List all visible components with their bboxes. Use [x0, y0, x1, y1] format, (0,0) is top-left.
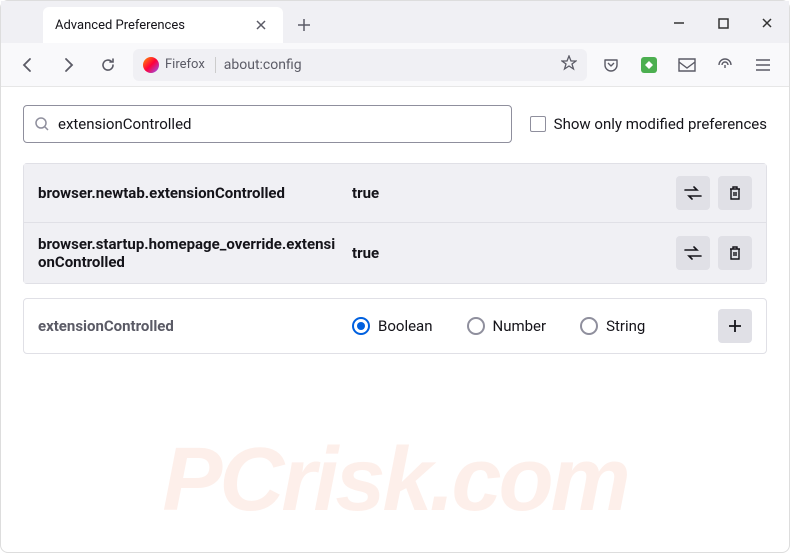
preference-name: browser.newtab.extensionControlled — [38, 184, 338, 202]
new-tab-button[interactable] — [289, 10, 319, 40]
radio-icon — [467, 317, 485, 335]
watermark: PCrisk.com — [1, 429, 789, 532]
type-radio-group: Boolean Number String — [352, 317, 704, 335]
search-row: Show only modified preferences — [23, 105, 767, 143]
identity-label: Firefox — [165, 57, 205, 72]
delete-button[interactable] — [718, 176, 752, 210]
pocket-icon[interactable] — [597, 51, 625, 79]
search-box[interactable] — [23, 105, 512, 143]
radio-boolean[interactable]: Boolean — [352, 317, 433, 335]
tab-title: Advanced Preferences — [55, 18, 243, 33]
preference-actions — [676, 236, 752, 270]
show-modified-checkbox[interactable]: Show only modified preferences — [530, 115, 767, 133]
reload-button[interactable] — [93, 50, 123, 80]
preference-actions — [676, 176, 752, 210]
radio-label: Boolean — [378, 317, 433, 335]
url-bar[interactable]: Firefox about:config — [133, 49, 587, 81]
new-preference-name: extensionControlled — [38, 317, 338, 335]
toggle-button[interactable] — [676, 236, 710, 270]
shield-icon[interactable] — [711, 51, 739, 79]
radio-icon — [352, 317, 370, 335]
url-text: about:config — [224, 57, 553, 73]
preference-row: browser.startup.homepage_override.extens… — [24, 223, 766, 283]
mail-icon[interactable] — [673, 51, 701, 79]
radio-label: String — [606, 317, 645, 335]
identity-box[interactable]: Firefox — [143, 57, 216, 73]
checkbox-label: Show only modified preferences — [554, 115, 767, 133]
toggle-button[interactable] — [676, 176, 710, 210]
close-window-button[interactable] — [753, 9, 781, 37]
forward-button[interactable] — [53, 50, 83, 80]
extension-icon[interactable] — [635, 51, 663, 79]
back-button[interactable] — [13, 50, 43, 80]
search-icon — [34, 116, 50, 132]
radio-icon — [580, 317, 598, 335]
maximize-button[interactable] — [709, 9, 737, 37]
add-button[interactable] — [718, 309, 752, 343]
bookmark-star-icon[interactable] — [561, 55, 577, 75]
menu-button[interactable] — [749, 51, 777, 79]
titlebar: Advanced Preferences — [1, 1, 789, 43]
search-input[interactable] — [58, 115, 501, 133]
toolbar: Firefox about:config — [1, 43, 789, 87]
content-area: Show only modified preferences browser.n… — [1, 87, 789, 372]
radio-label: Number — [493, 317, 547, 335]
browser-tab[interactable]: Advanced Preferences — [43, 7, 283, 43]
minimize-button[interactable] — [665, 9, 693, 37]
preference-value: true — [352, 184, 662, 202]
new-preference-row: extensionControlled Boolean Number Strin… — [23, 298, 767, 354]
close-tab-icon[interactable] — [251, 15, 271, 35]
preference-value: true — [352, 244, 662, 262]
firefox-icon — [143, 57, 159, 73]
radio-number[interactable]: Number — [467, 317, 547, 335]
preference-name: browser.startup.homepage_override.extens… — [38, 235, 338, 271]
window-controls — [665, 9, 781, 37]
checkbox-icon — [530, 116, 546, 132]
preference-list: browser.newtab.extensionControlled true … — [23, 163, 767, 284]
radio-string[interactable]: String — [580, 317, 645, 335]
preference-row: browser.newtab.extensionControlled true — [24, 164, 766, 223]
delete-button[interactable] — [718, 236, 752, 270]
